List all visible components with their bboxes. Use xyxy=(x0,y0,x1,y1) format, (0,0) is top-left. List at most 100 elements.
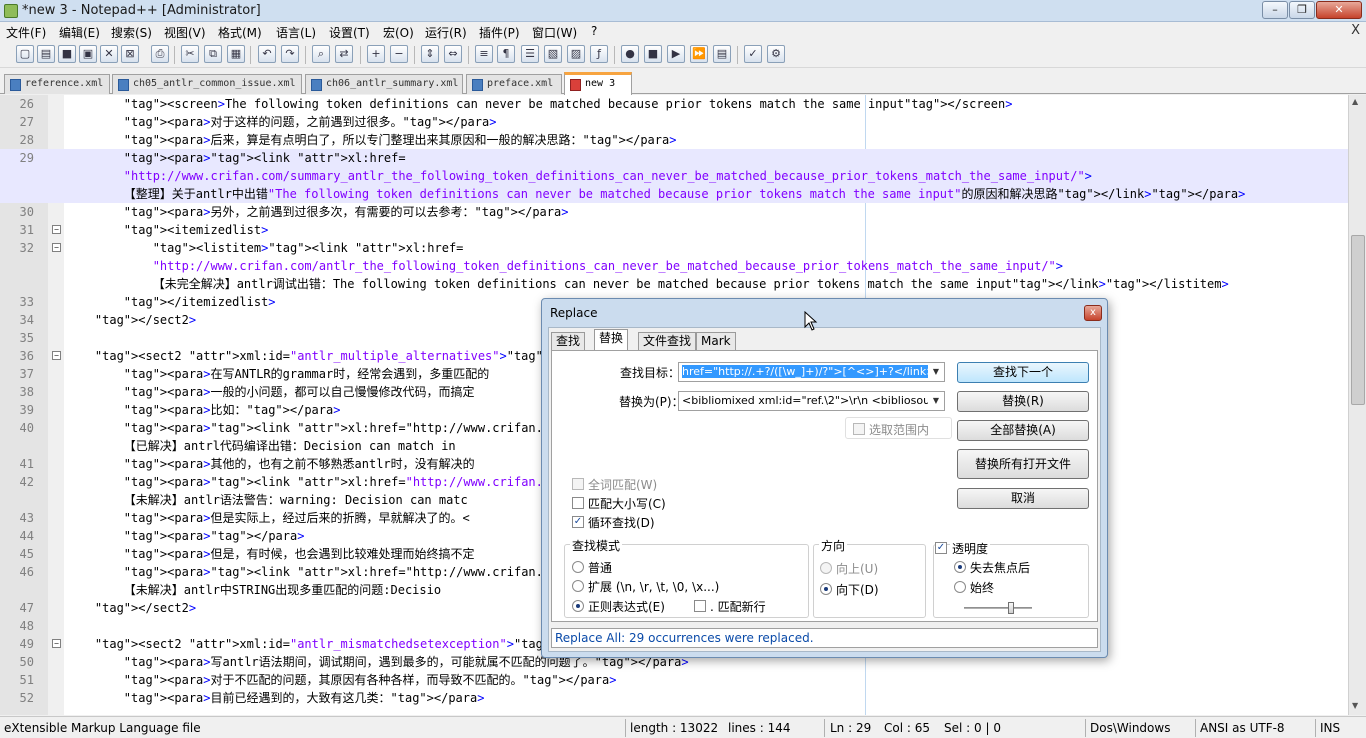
tab-mark[interactable]: Mark xyxy=(696,332,736,350)
save-icon[interactable]: ■ xyxy=(58,45,76,63)
redo-icon[interactable]: ↷ xyxy=(281,45,299,63)
menu-macro[interactable]: 宏(O) xyxy=(383,24,414,41)
code-line[interactable]: 51 "tag"><para>对于不匹配的问题，其原因有各种各样，而导致不匹配的… xyxy=(0,671,1348,689)
menu-window[interactable]: 窗口(W) xyxy=(532,24,577,41)
dot-newline-checkbox[interactable] xyxy=(694,600,706,612)
close-all-icon[interactable]: ⊠ xyxy=(121,45,139,63)
menu-run[interactable]: 运行(R) xyxy=(425,24,467,41)
mode-extended-radio[interactable] xyxy=(572,580,584,592)
code-line[interactable]: 30 "tag"><para>另外，之前遇到过很多次，有需要的可以去参考："ta… xyxy=(0,203,1348,221)
fold-toggle-icon[interactable]: − xyxy=(52,243,61,252)
chevron-down-icon[interactable]: ▼ xyxy=(928,392,944,410)
whole-word-checkbox[interactable] xyxy=(572,478,584,490)
match-case-checkbox[interactable] xyxy=(572,497,584,509)
always-radio[interactable] xyxy=(954,581,966,593)
sync-vertical-icon[interactable]: ⇕ xyxy=(421,45,439,63)
plugin-tool-icon[interactable]: ⚙ xyxy=(767,45,785,63)
in-selection-checkbox[interactable] xyxy=(853,423,865,435)
code-line[interactable]: 26 "tag"><screen>The following token def… xyxy=(0,95,1348,113)
indent-guide-icon[interactable]: ☰ xyxy=(521,45,539,63)
copy-icon[interactable]: ⧉ xyxy=(204,45,222,63)
code-line[interactable]: 29 "tag"><para>"tag"><link "attr">xl:hre… xyxy=(0,149,1348,167)
scrollbar-thumb[interactable] xyxy=(1351,235,1365,405)
replace-button[interactable]: 替换(R) xyxy=(957,391,1089,412)
tab-find[interactable]: 查找 xyxy=(551,332,586,350)
record-macro-icon[interactable]: ● xyxy=(621,45,639,63)
print-icon[interactable]: ⎙ xyxy=(151,45,169,63)
code-line[interactable]: "http://www.crifan.com/summary_antlr_the… xyxy=(0,167,1348,185)
sync-horizontal-icon[interactable]: ⇔ xyxy=(444,45,462,63)
play-macro-icon[interactable]: ▶ xyxy=(667,45,685,63)
doc-map-icon[interactable]: ▨ xyxy=(567,45,585,63)
paste-icon[interactable]: ▦ xyxy=(227,45,245,63)
scroll-up-icon[interactable]: ▲ xyxy=(1352,97,1358,106)
menu-file[interactable]: 文件(F) xyxy=(6,24,46,41)
save-all-icon[interactable]: ▣ xyxy=(79,45,97,63)
dialog-close-button[interactable]: x xyxy=(1084,305,1102,321)
vertical-scrollbar[interactable]: ▲ ▼ xyxy=(1348,95,1366,715)
slider-knob[interactable] xyxy=(1008,602,1014,614)
code-line[interactable]: 27 "tag"><para>对于这样的问题，之前遇到过很多。"tag"></p… xyxy=(0,113,1348,131)
maximize-button[interactable]: ❐ xyxy=(1289,1,1315,19)
tab-preface-xml[interactable]: preface.xml xyxy=(466,74,562,94)
menu-edit[interactable]: 编辑(E) xyxy=(59,24,100,41)
zoom-in-icon[interactable]: + xyxy=(367,45,385,63)
new-file-icon[interactable]: ▢ xyxy=(16,45,34,63)
replace-icon[interactable]: ⇄ xyxy=(335,45,353,63)
menu-search[interactable]: 搜索(S) xyxy=(111,24,152,41)
tab-new-3[interactable]: new 3 xyxy=(564,72,632,95)
fold-toggle-icon[interactable]: − xyxy=(52,225,61,234)
menu-plugins[interactable]: 插件(P) xyxy=(479,24,520,41)
direction-down-radio[interactable] xyxy=(820,583,832,595)
menu-view[interactable]: 视图(V) xyxy=(164,24,206,41)
replace-all-button[interactable]: 全部替换(A) xyxy=(957,420,1089,441)
tab-replace[interactable]: 替换 xyxy=(594,329,629,351)
code-line[interactable]: 32 − "tag"><listitem>"tag"><link "attr">x… xyxy=(0,239,1348,257)
find-icon[interactable]: ⌕ xyxy=(312,45,330,63)
function-list-icon[interactable]: ƒ xyxy=(590,45,608,63)
find-next-button[interactable]: 查找下一个 xyxy=(957,362,1089,383)
menu-settings[interactable]: 设置(T) xyxy=(329,24,370,41)
scroll-down-icon[interactable]: ▼ xyxy=(1352,701,1358,710)
minimize-button[interactable]: – xyxy=(1262,1,1288,19)
code-line[interactable]: 28 "tag"><para>后来，算是有点明白了，所以专门整理出来其原因和一般… xyxy=(0,131,1348,149)
menu-language[interactable]: 语言(L) xyxy=(276,24,316,41)
transparency-checkbox[interactable]: ✓ xyxy=(935,542,947,554)
spell-check-icon[interactable]: ✓ xyxy=(744,45,762,63)
code-line[interactable]: 【整理】关于antlr中出错"The following token defin… xyxy=(0,185,1348,203)
mode-normal-radio[interactable] xyxy=(572,561,584,573)
wrap-around-checkbox[interactable]: ✓ xyxy=(572,516,584,528)
user-language-icon[interactable]: ▧ xyxy=(544,45,562,63)
stop-macro-icon[interactable]: ■ xyxy=(644,45,662,63)
find-what-combo[interactable]: href="http://.+?/([\w_]+)/?">[^<>]+?</li… xyxy=(678,362,945,382)
tab-find-in-files[interactable]: 文件查找 xyxy=(638,332,697,350)
zoom-out-icon[interactable]: − xyxy=(390,45,408,63)
chevron-down-icon[interactable]: ▼ xyxy=(928,363,944,381)
open-file-icon[interactable]: ▤ xyxy=(37,45,55,63)
replace-with-combo[interactable]: <bibliomixed xml:id="ref.\2">\r\n <bibli… xyxy=(678,391,945,411)
code-line[interactable]: 52 "tag"><para>目前已经遇到的，大致有这几类："tag"></pa… xyxy=(0,689,1348,707)
fold-toggle-icon[interactable]: − xyxy=(52,351,61,360)
mode-regex-radio[interactable] xyxy=(572,600,584,612)
save-macro-icon[interactable]: ▤ xyxy=(713,45,731,63)
tab-ch05[interactable]: ch05_antlr_common_issue.xml xyxy=(112,74,302,94)
transparency-slider[interactable] xyxy=(964,602,1032,614)
menu-format[interactable]: 格式(M) xyxy=(218,24,262,41)
show-all-chars-icon[interactable]: ¶ xyxy=(497,45,515,63)
cancel-button[interactable]: 取消 xyxy=(957,488,1089,509)
word-wrap-icon[interactable]: ≡ xyxy=(475,45,493,63)
undo-icon[interactable]: ↶ xyxy=(258,45,276,63)
fold-toggle-icon[interactable]: − xyxy=(52,639,61,648)
code-line[interactable]: 【未完全解决】antlr调试出错：The following token def… xyxy=(0,275,1348,293)
cut-icon[interactable]: ✂ xyxy=(181,45,199,63)
code-line[interactable]: "http://www.crifan.com/antlr_the_followi… xyxy=(0,257,1348,275)
close-document-x[interactable]: X xyxy=(1351,23,1360,38)
tab-reference-xml[interactable]: reference.xml xyxy=(4,74,110,94)
code-line[interactable]: 31 − "tag"><itemizedlist> xyxy=(0,221,1348,239)
close-window-button[interactable]: ✕ xyxy=(1316,1,1362,19)
menu-help[interactable]: ? xyxy=(591,24,597,38)
close-file-icon[interactable]: ✕ xyxy=(100,45,118,63)
tab-ch06[interactable]: ch06_antlr_summary.xml xyxy=(305,74,463,94)
direction-up-radio[interactable] xyxy=(820,562,832,574)
play-multiple-macro-icon[interactable]: ⏩ xyxy=(690,45,708,63)
